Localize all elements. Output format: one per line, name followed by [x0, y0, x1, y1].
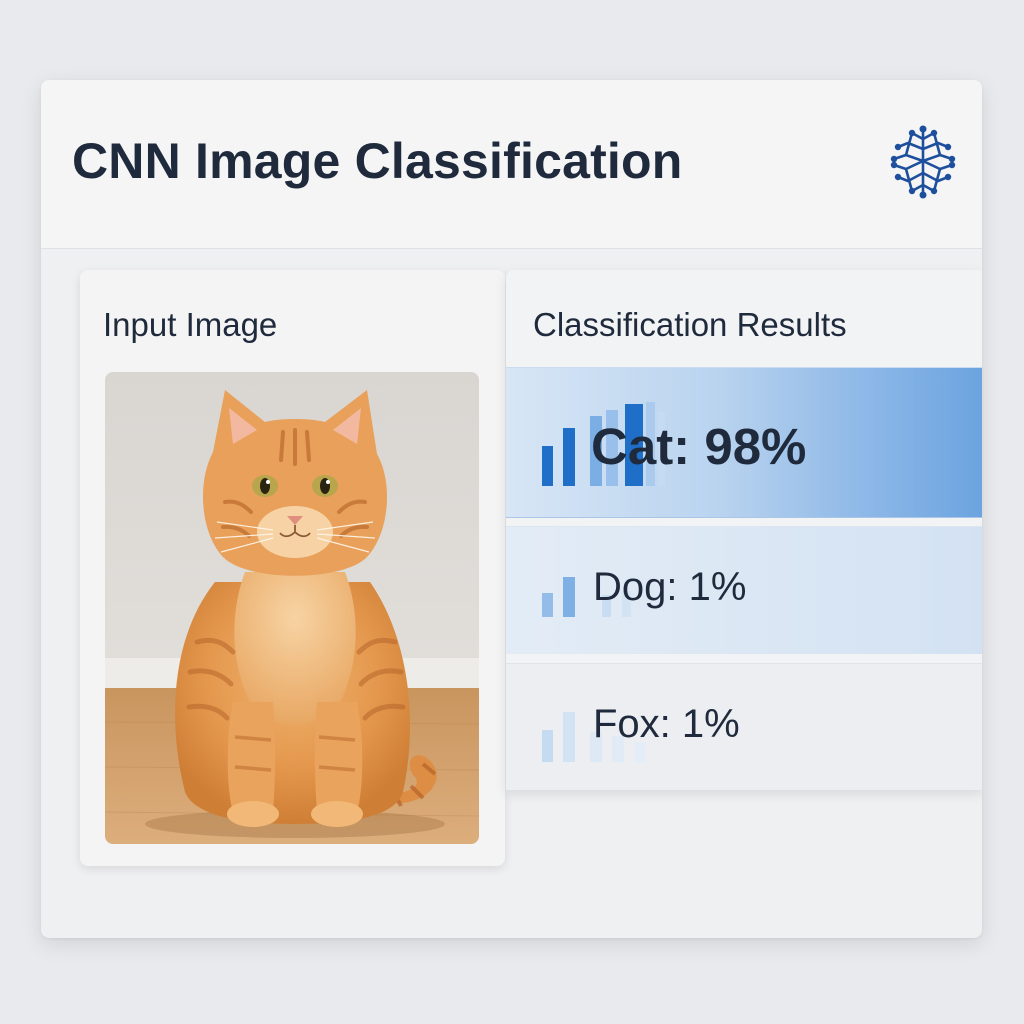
page-title: CNN Image Classification [72, 133, 683, 189]
neural-network-icon [890, 125, 956, 199]
app-header: CNN Image Classification [41, 80, 982, 249]
input-image-panel: Input Image [80, 270, 505, 866]
result-label-cat: Cat: 98% [591, 418, 807, 475]
result-row-fox: Fox: 1% [506, 663, 982, 790]
classification-results-heading: Classification Results [533, 306, 847, 343]
classification-card: CNN Image Classification Input Image Cla… [41, 80, 982, 938]
classification-results-panel: Classification Results Cat: 98% Dog: 1% [506, 270, 982, 790]
input-image-heading: Input Image [103, 306, 278, 343]
result-row-cat: Cat: 98% [506, 367, 982, 518]
result-row-dog: Dog: 1% [506, 526, 982, 654]
cat-photo [105, 372, 479, 844]
result-label-dog: Dog: 1% [593, 565, 747, 609]
result-label-fox: Fox: 1% [593, 702, 740, 746]
